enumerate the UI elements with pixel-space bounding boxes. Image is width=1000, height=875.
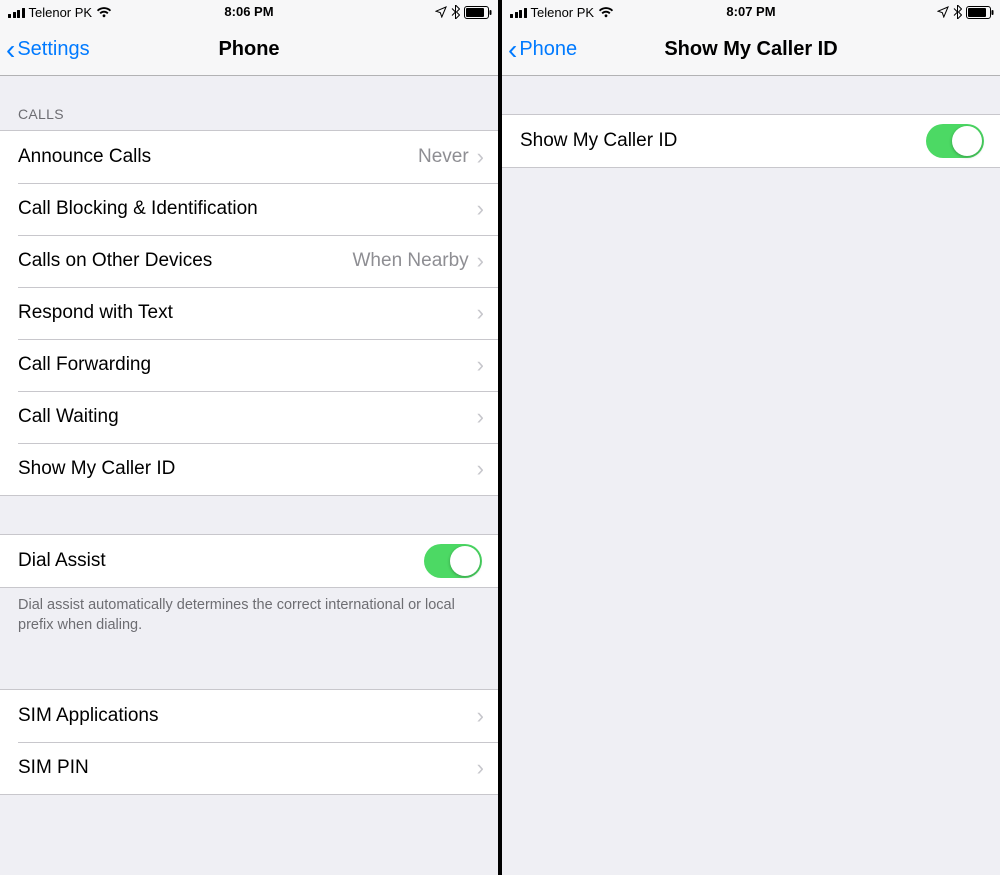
row-call-forwarding[interactable]: Call Forwarding › bbox=[0, 339, 498, 391]
back-button[interactable]: ‹ Settings bbox=[6, 36, 90, 64]
content: CALLS Announce Calls Never › Call Blocki… bbox=[0, 76, 498, 875]
row-label: SIM PIN bbox=[18, 757, 477, 779]
row-sim-pin[interactable]: SIM PIN › bbox=[0, 742, 498, 794]
caller-id-toggle[interactable] bbox=[926, 124, 984, 158]
sim-group: SIM Applications › SIM PIN › bbox=[0, 689, 498, 795]
nav-bar: ‹ Phone Show My Caller ID bbox=[502, 24, 1000, 76]
row-label: Call Forwarding bbox=[18, 354, 477, 376]
screen-phone-settings: Telenor PK 8:06 PM ‹ Settings Phone CALL… bbox=[0, 0, 498, 875]
row-show-my-caller-id[interactable]: Show My Caller ID › bbox=[0, 443, 498, 495]
row-label: Show My Caller ID bbox=[18, 458, 477, 480]
dial-assist-toggle[interactable] bbox=[424, 544, 482, 578]
screen-show-my-caller-id: Telenor PK 8:07 PM ‹ Phone Show My Calle… bbox=[502, 0, 1000, 875]
row-label: Respond with Text bbox=[18, 302, 477, 324]
row-show-my-caller-id[interactable]: Show My Caller ID bbox=[502, 115, 1000, 167]
caller-id-group: Show My Caller ID bbox=[502, 114, 1000, 168]
row-label: Announce Calls bbox=[18, 146, 418, 168]
content: Show My Caller ID bbox=[502, 76, 1000, 875]
status-bar: Telenor PK 8:07 PM bbox=[502, 0, 1000, 24]
row-dial-assist[interactable]: Dial Assist bbox=[0, 535, 498, 587]
chevron-left-icon: ‹ bbox=[508, 36, 517, 64]
page-title: Show My Caller ID bbox=[664, 38, 837, 61]
row-label: Calls on Other Devices bbox=[18, 250, 353, 272]
chevron-right-icon: › bbox=[477, 248, 484, 274]
chevron-right-icon: › bbox=[477, 300, 484, 326]
back-label: Phone bbox=[519, 38, 577, 61]
row-calls-other-devices[interactable]: Calls on Other Devices When Nearby › bbox=[0, 235, 498, 287]
row-call-blocking[interactable]: Call Blocking & Identification › bbox=[0, 183, 498, 235]
row-value: Never bbox=[418, 146, 469, 168]
section-header-calls: CALLS bbox=[0, 76, 498, 130]
row-value: When Nearby bbox=[353, 250, 469, 272]
row-sim-applications[interactable]: SIM Applications › bbox=[0, 690, 498, 742]
chevron-right-icon: › bbox=[477, 196, 484, 222]
row-respond-with-text[interactable]: Respond with Text › bbox=[0, 287, 498, 339]
page-title: Phone bbox=[218, 38, 279, 61]
chevron-right-icon: › bbox=[477, 144, 484, 170]
back-label: Settings bbox=[17, 38, 89, 61]
chevron-right-icon: › bbox=[477, 755, 484, 781]
row-label: Show My Caller ID bbox=[520, 130, 926, 152]
chevron-left-icon: ‹ bbox=[6, 36, 15, 64]
nav-bar: ‹ Settings Phone bbox=[0, 24, 498, 76]
back-button[interactable]: ‹ Phone bbox=[508, 36, 577, 64]
calls-group: Announce Calls Never › Call Blocking & I… bbox=[0, 130, 498, 496]
row-label: Call Waiting bbox=[18, 406, 477, 428]
row-label: Call Blocking & Identification bbox=[18, 198, 477, 220]
chevron-right-icon: › bbox=[477, 404, 484, 430]
row-label: Dial Assist bbox=[18, 550, 424, 572]
row-announce-calls[interactable]: Announce Calls Never › bbox=[0, 131, 498, 183]
chevron-right-icon: › bbox=[477, 456, 484, 482]
status-bar: Telenor PK 8:06 PM bbox=[0, 0, 498, 24]
row-call-waiting[interactable]: Call Waiting › bbox=[0, 391, 498, 443]
dial-assist-group: Dial Assist bbox=[0, 534, 498, 588]
dial-assist-footer: Dial assist automatically determines the… bbox=[0, 588, 498, 635]
status-time: 8:07 PM bbox=[502, 4, 1000, 19]
row-label: SIM Applications bbox=[18, 705, 477, 727]
chevron-right-icon: › bbox=[477, 352, 484, 378]
status-time: 8:06 PM bbox=[0, 4, 498, 19]
chevron-right-icon: › bbox=[477, 703, 484, 729]
